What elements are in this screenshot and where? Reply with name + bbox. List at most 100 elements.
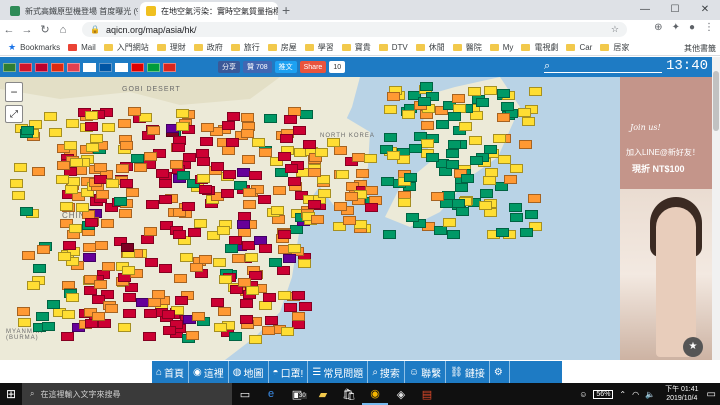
- station-marker[interactable]: [213, 258, 226, 267]
- station-marker[interactable]: [421, 121, 434, 130]
- station-marker[interactable]: [56, 175, 69, 184]
- bookmark-folder[interactable]: 居家: [600, 42, 629, 53]
- station-marker[interactable]: [85, 122, 98, 131]
- station-marker[interactable]: [501, 102, 514, 111]
- station-marker[interactable]: [285, 164, 298, 173]
- chevron-up-icon[interactable]: ⌃: [619, 390, 626, 399]
- station-marker[interactable]: [459, 122, 472, 131]
- bookmark-folder[interactable]: 學習: [304, 42, 334, 53]
- station-marker[interactable]: [383, 230, 396, 239]
- station-marker[interactable]: [173, 230, 186, 239]
- station-marker[interactable]: [509, 203, 522, 212]
- station-marker[interactable]: [510, 213, 523, 222]
- station-marker[interactable]: [122, 266, 135, 275]
- station-marker[interactable]: [311, 215, 324, 224]
- station-marker[interactable]: [219, 275, 232, 284]
- station-marker[interactable]: [217, 226, 230, 235]
- browser-tab[interactable]: 新式高鐵原型機登場 首度曝光 (% ×: [4, 2, 138, 20]
- station-marker[interactable]: [447, 230, 460, 239]
- extension-icon[interactable]: ✦: [672, 22, 680, 33]
- station-marker[interactable]: [180, 253, 193, 262]
- station-marker[interactable]: [529, 87, 542, 96]
- station-marker[interactable]: [303, 140, 316, 149]
- station-marker[interactable]: [252, 138, 265, 147]
- chrome-icon[interactable]: ◉: [362, 383, 388, 405]
- station-marker[interactable]: [65, 185, 78, 194]
- station-marker[interactable]: [159, 264, 172, 273]
- station-marker[interactable]: [176, 109, 189, 118]
- battery-indicator[interactable]: 56%: [593, 389, 614, 399]
- station-marker[interactable]: [95, 241, 108, 250]
- station-marker[interactable]: [94, 280, 107, 289]
- station-marker[interactable]: [281, 327, 294, 336]
- search-icon[interactable]: ⌕: [544, 60, 550, 73]
- app-icon[interactable]: ◈: [388, 383, 414, 405]
- bookmark-folder[interactable]: 房屋: [267, 42, 297, 53]
- station-marker[interactable]: [237, 220, 250, 229]
- station-marker[interactable]: [510, 164, 523, 173]
- station-marker[interactable]: [227, 112, 240, 121]
- star-icon[interactable]: ★: [683, 337, 703, 357]
- station-marker[interactable]: [384, 133, 397, 142]
- station-marker[interactable]: [118, 323, 131, 332]
- station-marker[interactable]: [528, 194, 541, 203]
- station-marker[interactable]: [387, 151, 400, 160]
- station-marker[interactable]: [298, 259, 311, 268]
- menu-item-people[interactable]: ☺ 聯繫: [405, 361, 447, 383]
- facebook-share-button[interactable]: 分享: [218, 61, 240, 73]
- station-marker[interactable]: [201, 123, 214, 132]
- station-marker[interactable]: [177, 171, 190, 180]
- station-marker[interactable]: [141, 235, 154, 244]
- station-marker[interactable]: [308, 200, 321, 209]
- station-marker[interactable]: [105, 304, 118, 313]
- station-marker[interactable]: [101, 219, 114, 228]
- station-marker[interactable]: [85, 111, 98, 120]
- station-marker[interactable]: [44, 112, 57, 121]
- station-marker[interactable]: [470, 156, 483, 165]
- station-marker[interactable]: [484, 86, 497, 95]
- site-search-input[interactable]: ⌕: [544, 60, 662, 73]
- station-marker[interactable]: [221, 189, 234, 198]
- station-marker[interactable]: [123, 309, 136, 318]
- station-marker[interactable]: [126, 188, 139, 197]
- station-marker[interactable]: [381, 177, 394, 186]
- station-marker[interactable]: [269, 258, 282, 267]
- station-marker[interactable]: [66, 293, 79, 302]
- station-marker[interactable]: [259, 148, 272, 157]
- station-marker[interactable]: [497, 113, 510, 122]
- zoom-out-button[interactable]: −: [6, 83, 22, 101]
- forward-icon[interactable]: →: [18, 24, 36, 36]
- wifi-icon[interactable]: ◠: [632, 390, 639, 399]
- station-marker[interactable]: [58, 252, 71, 261]
- station-marker[interactable]: [96, 190, 109, 199]
- bookmark-folder[interactable]: 理財: [156, 42, 186, 53]
- station-marker[interactable]: [384, 105, 397, 114]
- station-marker[interactable]: [365, 203, 378, 212]
- station-marker[interactable]: [196, 149, 209, 158]
- station-marker[interactable]: [452, 199, 465, 208]
- station-marker[interactable]: [446, 160, 459, 169]
- station-marker[interactable]: [188, 228, 201, 237]
- language-flag-icon[interactable]: [115, 62, 128, 72]
- station-marker[interactable]: [522, 117, 535, 126]
- scrollbar-thumb[interactable]: [713, 71, 719, 131]
- station-marker[interactable]: [387, 92, 400, 101]
- station-marker[interactable]: [469, 136, 482, 145]
- station-marker[interactable]: [162, 310, 175, 319]
- station-marker[interactable]: [163, 326, 176, 335]
- station-marker[interactable]: [461, 174, 474, 183]
- station-marker[interactable]: [10, 179, 23, 188]
- page-scrollbar[interactable]: [712, 57, 720, 360]
- station-marker[interactable]: [144, 309, 157, 318]
- station-marker[interactable]: [278, 230, 291, 239]
- station-marker[interactable]: [121, 243, 134, 252]
- station-marker[interactable]: [32, 167, 45, 176]
- station-marker[interactable]: [420, 82, 433, 91]
- language-flag-icon[interactable]: [3, 62, 16, 72]
- bookmark-star-icon[interactable]: ☆: [611, 24, 619, 35]
- new-tab-icon[interactable]: +: [282, 2, 290, 18]
- station-marker[interactable]: [226, 138, 239, 147]
- station-marker[interactable]: [197, 157, 210, 166]
- station-marker[interactable]: [284, 115, 297, 124]
- station-marker[interactable]: [186, 331, 199, 340]
